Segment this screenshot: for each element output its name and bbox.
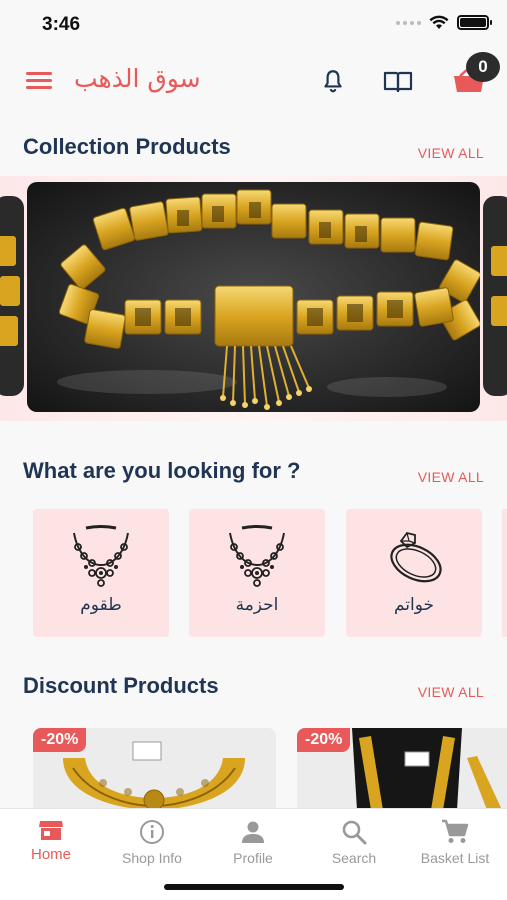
store-icon [39, 821, 63, 840]
collection-carousel[interactable] [0, 176, 507, 421]
battery-icon [457, 15, 492, 30]
carousel-prev-slide[interactable] [0, 196, 24, 396]
status-icons [396, 15, 492, 30]
category-rings[interactable]: خواتم [346, 509, 482, 637]
nav-label: Shop Info [122, 850, 182, 866]
cart-icon [442, 819, 469, 843]
discount-product-card[interactable]: -20% [33, 728, 276, 810]
necklace-icon [229, 525, 285, 587]
home-indicator [164, 884, 344, 890]
nav-home[interactable]: Home [1, 819, 101, 863]
discount-title: Discount Products [23, 673, 219, 698]
carousel-next-slide[interactable] [483, 196, 507, 396]
collection-view-all-button[interactable]: VIEW ALL [418, 145, 484, 161]
nav-label: Profile [233, 850, 273, 866]
category-next-peek [502, 509, 507, 637]
discount-badge: -20% [297, 728, 351, 752]
discount-badge: -20% [33, 728, 87, 752]
status-bar: 3:46 [0, 0, 507, 50]
category-label: طقوم [80, 595, 122, 615]
discount-product-card[interactable]: -20% [297, 728, 507, 810]
category-sets[interactable]: طقوم [33, 509, 169, 637]
info-icon [140, 820, 164, 844]
categories-view-all-button[interactable]: VIEW ALL [418, 469, 484, 485]
category-belts[interactable]: احزمة [189, 509, 325, 637]
necklace-icon [73, 525, 129, 587]
nav-label: Basket List [420, 850, 490, 866]
bell-icon[interactable] [320, 68, 346, 94]
collection-title: Collection Products [23, 134, 231, 159]
cart-count-badge: 0 [466, 52, 500, 82]
signal-icon [396, 20, 421, 25]
app-header: سوق الذهب 0 [0, 52, 507, 112]
nav-label: Home [30, 846, 71, 863]
search-icon [342, 820, 367, 845]
discount-view-all-button[interactable]: VIEW ALL [418, 684, 484, 700]
collection-product-image[interactable] [27, 182, 480, 412]
app-title: سوق الذهب [74, 64, 201, 93]
menu-icon[interactable] [26, 72, 52, 92]
wifi-icon [429, 15, 449, 29]
category-label: احزمة [235, 595, 279, 615]
category-label: خواتم [393, 595, 435, 615]
person-icon [242, 821, 264, 843]
status-time: 3:46 [42, 14, 81, 35]
nav-profile[interactable]: Profile [203, 819, 303, 866]
categories-title: What are you looking for ? [23, 458, 301, 483]
nav-search[interactable]: Search [304, 819, 404, 866]
nav-shop-info[interactable]: Shop Info [102, 819, 202, 866]
book-icon[interactable] [382, 69, 414, 95]
nav-label: Search [331, 850, 377, 866]
ring-icon [390, 531, 442, 583]
nav-basket-list[interactable]: Basket List [405, 819, 505, 866]
